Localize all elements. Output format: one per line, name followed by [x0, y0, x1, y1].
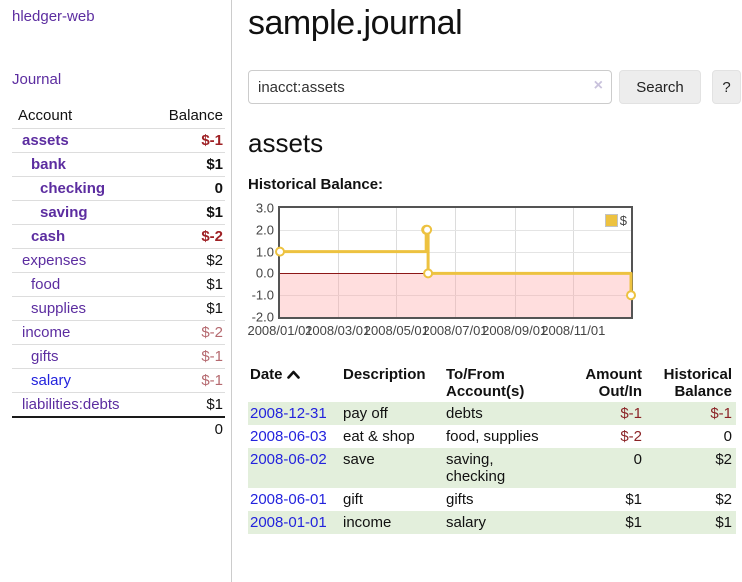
account-row-assets: assets $-1 [12, 128, 225, 152]
transaction-date-link[interactable]: 2008-01-01 [248, 511, 343, 534]
transaction-accounts: debts [446, 402, 576, 425]
transaction-date-link[interactable]: 2008-06-01 [248, 488, 343, 511]
account-balance: $-2 [119, 320, 226, 344]
transaction-description: eat & shop [343, 425, 446, 448]
account-link[interactable]: supplies [12, 296, 119, 320]
account-balance: $1 [119, 152, 226, 176]
accounts-column-header: To/From Account(s) [446, 364, 576, 402]
transaction-amount: $-1 [576, 402, 646, 425]
register-table: Date Description To/From Account(s) Amou… [248, 364, 736, 534]
hledger-web-app: hledger-web Journal Account Balance asse… [0, 0, 742, 582]
balance-chart: 3.02.01.00.0-1.0-2.0 $ 2008/01/012008/03… [248, 206, 742, 348]
transaction-balance: $-1 [646, 402, 736, 425]
date-column-header[interactable]: Date [248, 364, 343, 402]
chart-plot[interactable]: $ [278, 206, 633, 319]
register-row: 2008-06-02 save saving, checking 0 $2 [248, 448, 736, 488]
transaction-description: gift [343, 488, 446, 511]
current-account-heading: assets [248, 128, 742, 159]
nav-journal-link[interactable]: Journal [0, 71, 231, 88]
register-row: 2008-12-31 pay off debts $-1 $-1 [248, 402, 736, 425]
account-balance: $-1 [119, 368, 226, 392]
account-link[interactable]: salary [12, 368, 119, 392]
account-row-salary: salary $-1 [12, 368, 225, 392]
transaction-balance: $2 [646, 488, 736, 511]
transaction-balance: $2 [646, 448, 736, 488]
account-balance: 0 [119, 176, 226, 200]
account-balance: $2 [119, 248, 226, 272]
transaction-date-link[interactable]: 2008-06-02 [248, 448, 343, 488]
account-link[interactable]: expenses [12, 248, 119, 272]
accounts-total-spacer [12, 417, 119, 441]
chart-y-axis: 3.02.01.00.0-1.0-2.0 [248, 208, 274, 317]
search-input[interactable] [248, 70, 612, 104]
account-link[interactable]: saving [12, 200, 119, 224]
transaction-balance: 0 [646, 425, 736, 448]
search-help-button[interactable]: ? [712, 70, 741, 104]
balance-column-header: Balance [119, 104, 226, 128]
transaction-description: save [343, 448, 446, 488]
main-content: sample.journal × Search ? assets Histori… [232, 0, 742, 582]
chart-title: Historical Balance: [248, 176, 742, 193]
account-balance: $-1 [119, 344, 226, 368]
transaction-accounts: salary [446, 511, 576, 534]
account-column-header: Account [12, 104, 119, 128]
transaction-accounts: saving, checking [446, 448, 576, 488]
account-row-food: food $1 [12, 272, 225, 296]
account-link[interactable]: bank [12, 152, 119, 176]
account-link[interactable]: assets [12, 128, 119, 152]
transaction-date-link[interactable]: 2008-06-03 [248, 425, 343, 448]
account-balance: $1 [119, 200, 226, 224]
clear-search-icon[interactable]: × [594, 78, 603, 94]
register-row: 2008-01-01 income salary $1 $1 [248, 511, 736, 534]
balance-column-header: Historical Balance [646, 364, 736, 402]
transaction-date-link[interactable]: 2008-12-31 [248, 402, 343, 425]
account-balance: $1 [119, 296, 226, 320]
account-row-bank: bank $1 [12, 152, 225, 176]
account-link[interactable]: cash [12, 224, 119, 248]
search-button[interactable]: Search [619, 70, 701, 104]
journal-title: sample.journal [248, 4, 742, 43]
account-balance: $1 [119, 392, 226, 417]
description-column-header: Description [343, 364, 446, 402]
account-balance: $-1 [119, 128, 226, 152]
register-row: 2008-06-01 gift gifts $1 $2 [248, 488, 736, 511]
chart-x-axis: 2008/01/012008/03/012008/05/012008/07/01… [280, 323, 635, 341]
account-row-gifts: gifts $-1 [12, 344, 225, 368]
transaction-accounts: food, supplies [446, 425, 576, 448]
account-balance: $1 [119, 272, 226, 296]
account-link[interactable]: income [12, 320, 119, 344]
account-link[interactable]: gifts [12, 344, 119, 368]
amount-column-header: Amount Out/In [576, 364, 646, 402]
account-row-supplies: supplies $1 [12, 296, 225, 320]
account-row-saving: saving $1 [12, 200, 225, 224]
account-row-cash: cash $-2 [12, 224, 225, 248]
register-row: 2008-06-03 eat & shop food, supplies $-2… [248, 425, 736, 448]
account-row-liabilities-debts: liabilities:debts $1 [12, 392, 225, 417]
sidebar: hledger-web Journal Account Balance asse… [0, 0, 232, 582]
transaction-balance: $1 [646, 511, 736, 534]
account-link[interactable]: food [12, 272, 119, 296]
transaction-description: income [343, 511, 446, 534]
sort-ascending-icon [286, 369, 301, 380]
account-row-checking: checking 0 [12, 176, 225, 200]
transaction-amount: $1 [576, 511, 646, 534]
account-row-income: income $-2 [12, 320, 225, 344]
register-header-row: Date Description To/From Account(s) Amou… [248, 364, 736, 402]
account-row-expenses: expenses $2 [12, 248, 225, 272]
account-link[interactable]: checking [12, 176, 119, 200]
account-link[interactable]: liabilities:debts [12, 392, 119, 417]
transaction-accounts: gifts [446, 488, 576, 511]
account-tree-table: Account Balance assets $-1 bank $1 check… [12, 104, 225, 441]
transaction-description: pay off [343, 402, 446, 425]
transaction-amount: $-2 [576, 425, 646, 448]
transaction-amount: $1 [576, 488, 646, 511]
account-balance: $-2 [119, 224, 226, 248]
app-brand-link[interactable]: hledger-web [0, 8, 231, 25]
search-bar: × Search ? [248, 70, 742, 104]
transaction-amount: 0 [576, 448, 646, 488]
search-input-wrap: × [248, 70, 612, 104]
accounts-total-row: 0 [12, 417, 225, 441]
accounts-total-value: 0 [119, 417, 226, 441]
